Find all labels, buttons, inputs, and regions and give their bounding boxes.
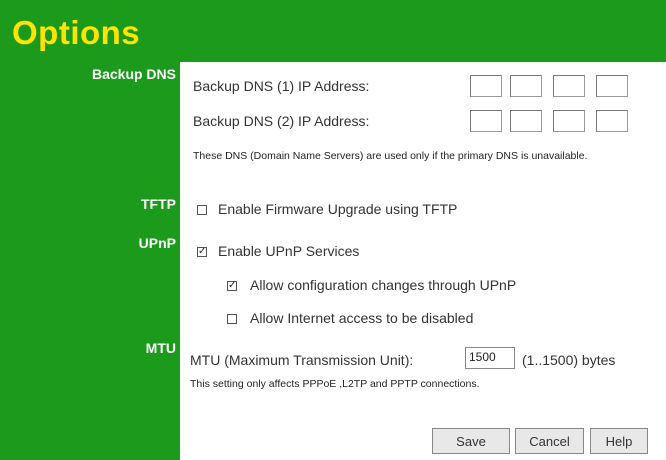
cancel-button[interactable]: Cancel — [515, 428, 584, 454]
dns2-label: Backup DNS (2) IP Address: — [193, 113, 370, 129]
dns1-octet-1[interactable] — [470, 75, 502, 97]
section-label-upnp: UPnP — [138, 235, 176, 251]
dns-note: These DNS (Domain Name Servers) are used… — [193, 150, 588, 162]
mtu-input[interactable]: 1500 — [465, 347, 515, 369]
upnp-enable-checkbox[interactable]: ✓ — [197, 247, 207, 257]
title-bar: Options — [0, 0, 666, 62]
dns2-octet-4[interactable] — [596, 110, 628, 132]
upnp-allow-disable-label: Allow Internet access to be disabled — [250, 310, 474, 326]
upnp-allow-config-label: Allow configuration changes through UPnP — [250, 277, 517, 293]
help-button[interactable]: Help — [590, 428, 648, 454]
mtu-label: MTU (Maximum Transmission Unit): — [190, 352, 414, 368]
dns1-octet-3[interactable] — [553, 75, 585, 97]
dns1-label: Backup DNS (1) IP Address: — [193, 78, 370, 94]
upnp-allow-config-checkbox[interactable]: ✓ — [227, 281, 237, 291]
section-label-backup-dns: Backup DNS — [91, 66, 176, 82]
section-label-mtu: MTU — [145, 340, 176, 356]
mtu-range: (1..1500) bytes — [522, 352, 616, 368]
dns1-octet-2[interactable] — [510, 75, 542, 97]
upnp-enable-label: Enable UPnP Services — [218, 243, 360, 259]
tftp-checkbox[interactable] — [197, 205, 207, 215]
dns2-octet-3[interactable] — [553, 110, 585, 132]
options-page: Options Backup DNS TFTP UPnP MTU Backup … — [0, 0, 666, 460]
dns1-octet-4[interactable] — [596, 75, 628, 97]
tftp-label: Enable Firmware Upgrade using TFTP — [218, 201, 458, 217]
dns2-octet-1[interactable] — [470, 110, 502, 132]
upnp-allow-disable-checkbox[interactable] — [227, 314, 237, 324]
dns2-octet-2[interactable] — [510, 110, 542, 132]
section-label-tftp: TFTP — [141, 196, 176, 212]
save-button[interactable]: Save — [432, 428, 510, 454]
mtu-note: This setting only affects PPPoE ,L2TP an… — [190, 378, 480, 390]
page-title: Options — [12, 14, 141, 51]
